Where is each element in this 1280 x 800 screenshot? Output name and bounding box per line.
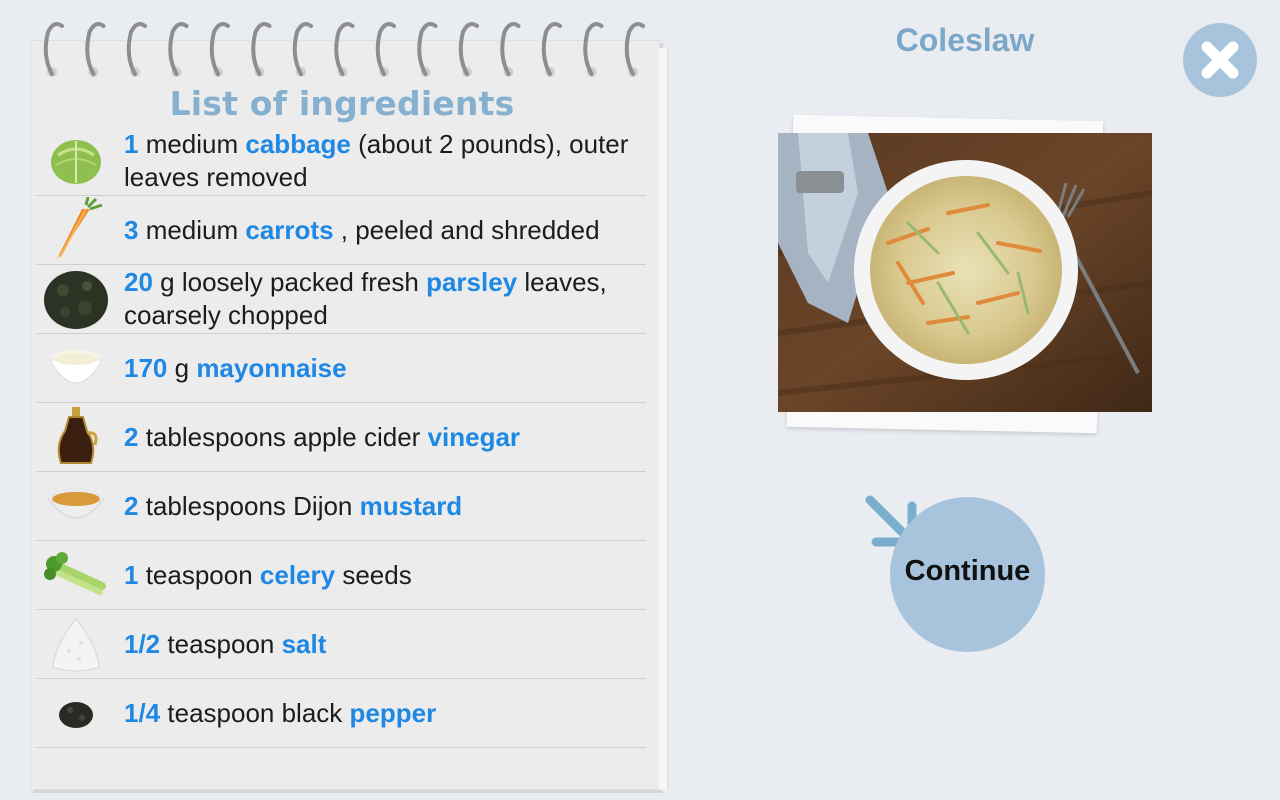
- continue-button[interactable]: Continue: [890, 497, 1045, 652]
- salt-icon: [36, 611, 116, 677]
- ingredient-qty: 1: [124, 559, 139, 590]
- ingredient-qty: 1: [124, 129, 139, 159]
- ingredient-name: salt: [281, 628, 327, 659]
- binding-ring: [334, 22, 355, 76]
- binding-ring: [417, 22, 438, 76]
- binding-ring: [292, 22, 313, 76]
- ingredient-qty: 1/2: [124, 628, 161, 659]
- spiral-binding: [43, 22, 645, 77]
- ingredient-qty: 2: [124, 421, 139, 452]
- coleslaw-photo: [778, 133, 1152, 412]
- binding-ring: [43, 22, 64, 76]
- binding-ring: [458, 22, 479, 76]
- pepper-icon: [36, 680, 116, 746]
- close-icon: [1201, 41, 1239, 79]
- ingredient-row-mustard: 2 tablespoons Dijon mustard: [36, 472, 646, 541]
- cabbage-icon: [36, 128, 116, 194]
- ingredient-row-parsley: 20 g loosely packed fresh parsley leaves…: [36, 265, 646, 334]
- binding-ring: [251, 22, 272, 76]
- ingredient-name: cabbage: [245, 129, 351, 159]
- ingredient-name: celery: [259, 559, 336, 590]
- ingredient-qty: 170: [124, 352, 168, 383]
- ingredient-name: mayonnaise: [196, 352, 347, 383]
- carrot-icon: [36, 197, 116, 263]
- binding-ring: [375, 22, 396, 76]
- ingredients-list-title: List of ingredients: [169, 84, 515, 123]
- ingredient-qty: 20: [124, 267, 153, 297]
- binding-ring: [583, 22, 604, 76]
- binding-ring: [541, 22, 562, 76]
- ingredient-row-salt: 1/2 teaspoon salt: [36, 610, 646, 679]
- ingredient-name: mustard: [359, 490, 463, 521]
- ingredient-row-carrots: 3 medium carrots , peeled and shredded: [36, 196, 646, 265]
- ingredient-qty: 3: [124, 214, 139, 245]
- binding-ring: [624, 22, 645, 76]
- binding-ring: [126, 22, 147, 76]
- ingredient-list: 1 medium cabbage (about 2 pounds), outer…: [36, 127, 646, 748]
- ingredient-qty: 1/4: [124, 697, 161, 728]
- binding-ring: [209, 22, 230, 76]
- recipe-title: Coleslaw: [895, 22, 1035, 58]
- ingredient-name: carrots: [245, 214, 334, 245]
- ingredient-name: pepper: [349, 697, 437, 728]
- celery-icon: [36, 542, 116, 608]
- parsley-icon: [36, 266, 116, 332]
- close-button[interactable]: [1183, 23, 1257, 97]
- ingredient-row-pepper: 1/4 teaspoon black pepper: [36, 679, 646, 748]
- ingredient-row-cabbage: 1 medium cabbage (about 2 pounds), outer…: [36, 127, 646, 196]
- ingredient-qty: 2: [124, 490, 139, 521]
- continue-label: Continue: [904, 555, 1031, 587]
- ingredient-row-vinegar: 2 tablespoons apple cider vinegar: [36, 403, 646, 472]
- mustard-icon: [36, 473, 116, 539]
- ingredient-name: parsley: [426, 267, 518, 297]
- mayonnaise-icon: [36, 335, 116, 401]
- binding-ring: [500, 22, 521, 76]
- binding-ring: [85, 22, 106, 76]
- ingredient-row-mayonnaise: 170 g mayonnaise: [36, 334, 646, 403]
- ingredient-row-celery: 1 teaspoon celery seeds: [36, 541, 646, 610]
- binding-ring: [168, 22, 189, 76]
- vinegar-icon: [36, 404, 116, 470]
- ingredient-name: vinegar: [427, 421, 521, 452]
